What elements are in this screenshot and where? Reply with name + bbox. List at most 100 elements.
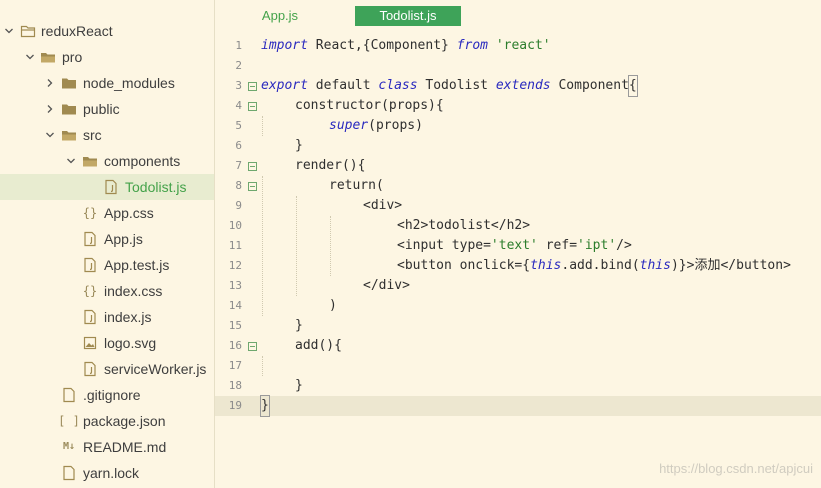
line-number: 14 [228,299,242,312]
tree-item-node_modules[interactable]: node_modules [0,70,214,96]
image-file-icon [82,335,98,351]
code-text: ) [329,296,337,316]
fold-toggle-icon[interactable] [248,82,257,91]
folder-open-icon [61,127,77,143]
line-number: 15 [228,319,242,332]
tree-item-app-js[interactable]: App.js [0,226,214,252]
code-text: render(){ [295,156,365,176]
code-text: <h2>todolist</h2> [397,216,530,236]
code-token: 添加 [694,258,721,273]
code-token: } [295,138,303,153]
tree-item-package-json[interactable]: [ ] package.json [0,408,214,434]
tree-item-logo-svg[interactable]: logo.svg [0,330,214,356]
tree-item-todolist-js[interactable]: Todolist.js [0,174,214,200]
tree-item-label: App.test.js [104,257,170,273]
fold-toggle-icon[interactable] [248,182,257,191]
code-text: } [260,395,270,417]
line-number: 7 [235,159,242,172]
file-icon [61,387,77,403]
code-text: add(){ [295,336,342,356]
tab-todolist-js[interactable]: Todolist.js [355,6,461,26]
tree-item-readme-md[interactable]: M↓ README.md [0,434,214,460]
code-text: </div> [363,276,410,296]
tree-item-app-css[interactable]: {} App.css [0,200,214,226]
js-file-icon [82,361,98,377]
code-editor[interactable]: 1 import React,{Component} from 'react' … [215,30,821,488]
fold-toggle-icon[interactable] [248,162,257,171]
markdown-file-icon: M↓ [62,441,76,452]
code-line: 8 return( [215,176,821,196]
tree-item-label: serviceWorker.js [104,361,207,377]
keyword-token: extends [495,78,551,93]
tree-item-public[interactable]: public [0,96,214,122]
fold-toggle-icon[interactable] [248,102,257,111]
file-tree-sidebar: reduxReact pro node_modules public src c… [0,0,215,488]
line-number: 12 [228,259,242,272]
js-file-icon [82,257,98,273]
code-text: return( [329,176,384,196]
tree-item-pro[interactable]: pro [0,44,214,70]
code-token: React,{Component} [307,38,457,53]
keyword-token: class [378,78,418,93]
tree-item-reduxReact[interactable]: reduxReact [0,18,214,44]
tree-item-index-css[interactable]: {} index.css [0,278,214,304]
tree-item-components[interactable]: components [0,148,214,174]
tree-item-label: components [104,153,181,169]
line-number: 16 [228,339,242,352]
tree-item-index-js[interactable]: index.js [0,304,214,330]
code-line: 4 constructor(props){ [215,96,821,116]
code-token: } [295,378,303,393]
code-token: <input type= [397,238,491,253]
line-number: 18 [228,379,242,392]
chevron-right-icon[interactable] [45,78,55,88]
code-text: import React,{Component} from 'react' [261,36,551,56]
folder-open-icon [40,49,56,65]
code-line: 15 } [215,316,821,336]
code-token: return( [329,178,384,193]
code-token: Component [550,78,629,93]
tree-item-gitignore[interactable]: .gitignore [0,382,214,408]
code-text: <button onclick={this.add.bind(this)}>添加… [397,256,791,276]
code-token: <div> [363,198,403,213]
code-text: super(props) [329,116,423,136]
css-file-icon: {} [82,284,98,298]
js-file-icon [103,179,119,195]
chevron-right-icon[interactable] [45,104,55,114]
code-text: <div> [363,196,402,216]
fold-toggle-icon[interactable] [248,342,257,351]
code-token: Todolist [417,78,496,93]
matching-brace: { [627,75,638,97]
code-text: export default class Todolist extends Co… [261,75,638,97]
chevron-down-icon[interactable] [45,130,55,140]
code-line: 3 export default class Todolist extends … [215,75,821,97]
code-line: 9 <div> [215,196,821,216]
tree-item-yarn-lock[interactable]: yarn.lock [0,460,214,486]
tree-item-serviceworker-js[interactable]: serviceWorker.js [0,356,214,382]
chevron-down-icon[interactable] [25,52,35,62]
chevron-down-icon[interactable] [4,26,14,36]
code-line: 6 } [215,136,821,156]
code-line: 7 render(){ [215,156,821,176]
line-number: 8 [235,179,242,192]
tree-item-label: src [83,127,102,143]
tree-item-label: reduxReact [41,23,113,39]
folder-icon [61,75,77,91]
tree-item-src[interactable]: src [0,122,214,148]
code-line: 10 <h2>todolist</h2> [215,216,821,236]
code-line: 17 [215,356,821,376]
code-line: 12 <button onclick={this.add.bind(this)}… [215,256,821,276]
tree-item-app-test-js[interactable]: App.test.js [0,252,214,278]
line-number: 10 [228,219,242,232]
css-file-icon: {} [82,206,98,220]
tree-item-label: .gitignore [83,387,141,403]
code-line: 13 </div> [215,276,821,296]
code-line-current: 19 } [215,395,821,417]
tab-app-js[interactable]: App.js [245,6,315,26]
tree-item-label: package.json [83,413,166,429]
code-token: (props) [368,118,423,133]
chevron-down-icon[interactable] [66,156,76,166]
tree-item-label: index.css [104,283,163,299]
code-token: </button> [720,258,791,273]
line-number: 2 [235,59,242,72]
tree-item-label: App.css [104,205,154,221]
